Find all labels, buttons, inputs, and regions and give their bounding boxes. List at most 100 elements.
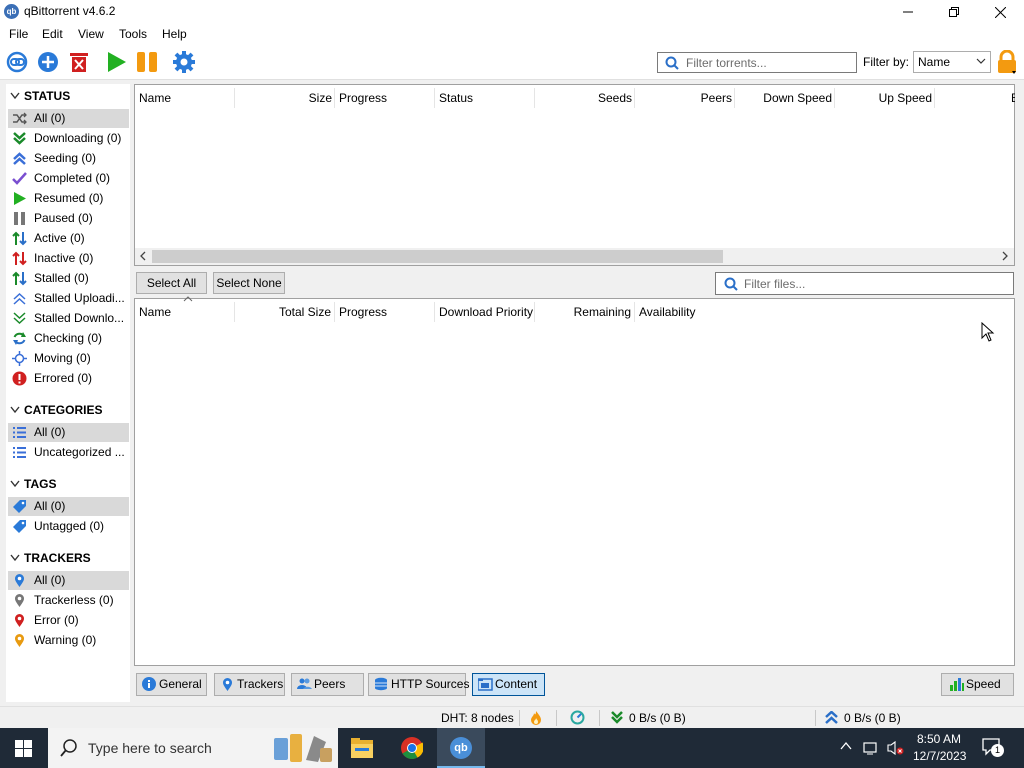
options-icon[interactable] [172, 50, 196, 74]
column-header-status[interactable]: Status [439, 85, 473, 111]
scrollbar-thumb[interactable] [152, 250, 723, 263]
filter-torrents-input[interactable]: Filter torrents... [657, 52, 857, 73]
sidebar-item-status-paused[interactable]: Paused (0) [8, 209, 129, 228]
add-torrent-icon[interactable] [36, 50, 60, 74]
sidebar-item-status-resumed[interactable]: Resumed (0) [8, 189, 129, 208]
menu-view[interactable]: View [78, 27, 104, 41]
moving-icon [12, 351, 27, 366]
sidebar-item-label: Untagged (0) [34, 519, 105, 533]
sidebar-item-label: Inactive (0) [34, 251, 94, 265]
tray-overflow-icon[interactable] [840, 740, 852, 755]
peers-icon [297, 677, 312, 691]
sidebar-item-status-active[interactable]: Active (0) [8, 229, 129, 248]
clock-date[interactable]: 12/7/2023 [913, 749, 966, 763]
resume-icon[interactable] [104, 50, 128, 74]
pin-icon [12, 613, 27, 628]
column-header-peers[interactable]: Peers [635, 85, 732, 111]
content-header-name[interactable]: Name [139, 299, 171, 325]
scroll-right-icon[interactable] [1001, 250, 1009, 265]
tab-label: Content [495, 677, 538, 691]
select-all-button[interactable]: Select All [136, 272, 207, 294]
select-none-button[interactable]: Select None [213, 272, 285, 294]
sidebar-item-status-checking[interactable]: Checking (0) [8, 329, 129, 348]
volume-muted-icon[interactable] [887, 740, 905, 759]
speed-button[interactable]: Speed [941, 673, 1014, 696]
tab-content[interactable]: Content [472, 673, 545, 696]
restore-button[interactable] [931, 0, 977, 24]
lock-icon[interactable] [996, 49, 1018, 74]
sidebar-section-trackers[interactable]: TRACKERS [10, 551, 91, 565]
column-header-down-speed[interactable]: Down Speed [735, 85, 832, 111]
sidebar-item-categories-all[interactable]: All (0) [8, 423, 129, 442]
close-button[interactable] [977, 0, 1023, 24]
network-icon[interactable] [863, 740, 879, 759]
sidebar-item-status-inactive[interactable]: Inactive (0) [8, 249, 129, 268]
speed-limit-icon[interactable] [570, 710, 585, 728]
sidebar-section-status[interactable]: STATUS [10, 89, 70, 103]
tab-trackers[interactable]: Trackers [214, 673, 285, 696]
sidebar-item-label: All (0) [34, 573, 66, 587]
column-header-seeds[interactable]: Seeds [535, 85, 632, 111]
sidebar-item-tags-untagged[interactable]: Untagged (0) [8, 517, 129, 536]
taskbar-qbittorrent[interactable]: qb [437, 728, 485, 768]
content-header-download-priority[interactable]: Download Priority [439, 299, 533, 325]
taskbar-file-explorer[interactable] [342, 728, 382, 768]
torrent-list[interactable]: Name Size Progress Status Seeds Peers Do… [134, 84, 1015, 266]
sidebar-item-label: Paused (0) [34, 211, 93, 225]
filter-by-select[interactable]: Name [913, 51, 991, 73]
sidebar-item-status-downloading[interactable]: Downloading (0) [8, 129, 129, 148]
column-header-up-speed[interactable]: Up Speed [835, 85, 932, 111]
sidebar-item-trackers-all[interactable]: All (0) [8, 571, 129, 590]
content-header-progress[interactable]: Progress [339, 299, 387, 325]
menu-help[interactable]: Help [162, 27, 187, 41]
column-header-eta[interactable]: E [1011, 85, 1015, 111]
menu-edit[interactable]: Edit [42, 27, 63, 41]
sidebar-item-status-stalled-downlo[interactable]: Stalled Downlo... [8, 309, 129, 328]
sidebar-item-status-seeding[interactable]: Seeding (0) [8, 149, 129, 168]
status-bar: DHT: 8 nodes 0 B/s (0 B) 0 B/s (0 B) [0, 706, 1024, 728]
taskbar-search-box[interactable]: Type here to search [48, 728, 338, 768]
menu-tools[interactable]: Tools [119, 27, 147, 41]
add-link-icon[interactable] [5, 50, 29, 74]
refresh-icon [12, 331, 27, 346]
tab-general[interactable]: General [136, 673, 207, 696]
sidebar-item-status-errored[interactable]: Errored (0) [8, 369, 129, 388]
sidebar-item-status-moving[interactable]: Moving (0) [8, 349, 129, 368]
sidebar-section-categories[interactable]: CATEGORIES [10, 403, 102, 417]
notification-center-icon[interactable]: 1 [982, 738, 1004, 758]
content-header-availability[interactable]: Availability [639, 299, 695, 325]
pause-icon[interactable] [135, 50, 159, 74]
sidebar-item-label: Errored (0) [34, 371, 93, 385]
tab-peers[interactable]: Peers [291, 673, 364, 696]
start-button[interactable] [0, 728, 48, 768]
sidebar-item-trackers-error[interactable]: Error (0) [8, 611, 129, 630]
tab-http-sources[interactable]: HTTP Sources [368, 673, 469, 696]
clock-time[interactable]: 8:50 AM [917, 732, 961, 746]
column-header-name[interactable]: Name [139, 85, 171, 111]
sidebar-item-tags-all[interactable]: All (0) [8, 497, 129, 516]
taskbar-chrome[interactable] [390, 728, 434, 768]
chevron-down-icon [976, 54, 986, 71]
horizontal-scrollbar[interactable] [135, 248, 1014, 265]
sidebar-item-trackers-trackerless[interactable]: Trackerless (0) [8, 591, 129, 610]
content-header-remaining[interactable]: Remaining [535, 299, 631, 325]
title-bar: qb qBittorrent v4.6.2 [0, 0, 1024, 24]
inactive-icon [12, 251, 27, 266]
column-header-size[interactable]: Size [235, 85, 332, 111]
sidebar-item-categories-uncategorized[interactable]: Uncategorized ... [8, 443, 129, 462]
sidebar-item-status-stalled[interactable]: Stalled (0) [8, 269, 129, 288]
content-file-list[interactable]: Name Total Size Progress Download Priori… [134, 296, 1015, 666]
sidebar-item-status-all[interactable]: All (0) [8, 109, 129, 128]
filter-files-input[interactable]: Filter files... [715, 272, 1014, 295]
sidebar-section-tags[interactable]: TAGS [10, 477, 56, 491]
sidebar-item-trackers-warning[interactable]: Warning (0) [8, 631, 129, 650]
content-header-total-size[interactable]: Total Size [235, 299, 331, 325]
scroll-left-icon[interactable] [139, 250, 147, 265]
menu-file[interactable]: File [9, 27, 28, 41]
column-header-progress[interactable]: Progress [339, 85, 387, 111]
sidebar-item-status-completed[interactable]: Completed (0) [8, 169, 129, 188]
minimize-button[interactable] [885, 0, 931, 24]
delete-icon[interactable] [67, 50, 91, 74]
search-icon [665, 56, 679, 70]
sidebar-item-status-stalled-uploadi[interactable]: Stalled Uploadi... [8, 289, 129, 308]
